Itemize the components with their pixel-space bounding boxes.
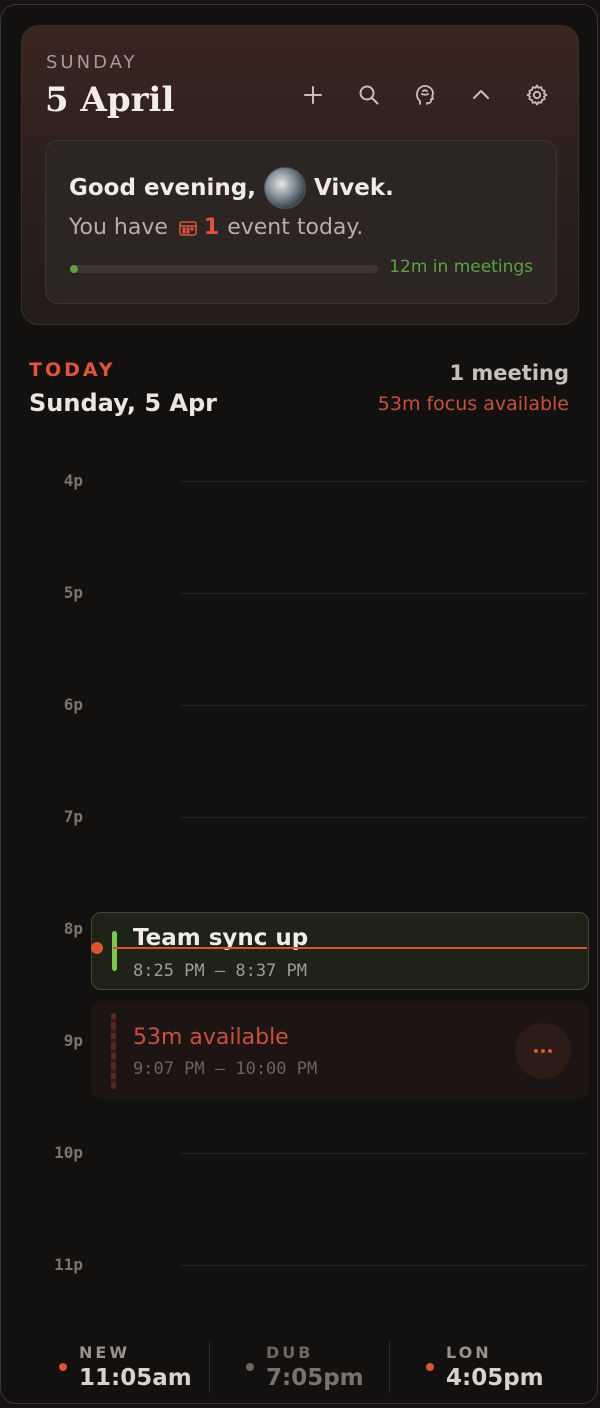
event-time: 8:25 PM – 8:37 PM xyxy=(133,961,307,981)
clock-divider xyxy=(209,1341,210,1393)
hour-label: 7p xyxy=(63,807,83,826)
greeting-line: Good evening, Vivek. xyxy=(69,167,394,209)
hour-label: 10p xyxy=(54,1143,83,1162)
event-count: 1 xyxy=(203,215,220,240)
hour-label: 5p xyxy=(63,583,83,602)
hour-gridline xyxy=(181,593,587,594)
available-slot-title: 53m available xyxy=(133,1025,289,1050)
clock-city: DUB xyxy=(266,1343,314,1362)
settings-button[interactable] xyxy=(516,74,558,116)
brain-icon xyxy=(416,85,434,105)
more-icon xyxy=(534,1049,552,1053)
hour-gridline xyxy=(181,1153,587,1154)
summary-prefix: You have xyxy=(69,215,168,240)
meeting-progress-fill xyxy=(70,265,78,273)
plus-icon xyxy=(304,86,322,104)
hour-label: 9p xyxy=(63,1031,83,1050)
clock-city: LON xyxy=(446,1343,492,1362)
today-date: Sunday, 5 Apr xyxy=(29,389,217,417)
hour-label: 8p xyxy=(63,919,83,938)
collapse-button[interactable] xyxy=(460,74,502,116)
available-slot[interactable]: 53m available 9:07 PM – 10:00 PM xyxy=(91,1001,589,1099)
current-time-line xyxy=(113,947,587,949)
clock-time: 11:05am xyxy=(79,1365,192,1391)
focus-mind-button[interactable] xyxy=(404,74,446,116)
more-options-button[interactable] xyxy=(515,1023,571,1079)
chevron-up-icon xyxy=(473,90,489,99)
world-clocks: NEW 11:05am DUB 7:05pm LON 4:05pm xyxy=(1,1331,597,1401)
today-label: TODAY xyxy=(29,359,116,381)
clock-status-dot xyxy=(246,1363,254,1371)
toolbar xyxy=(292,74,558,116)
clock-status-dot xyxy=(59,1363,67,1371)
hour-gridline xyxy=(181,817,587,818)
available-slot-time: 9:07 PM – 10:00 PM xyxy=(133,1059,318,1079)
greeting-prefix: Good evening, xyxy=(69,175,256,201)
event-color-bar xyxy=(112,931,117,971)
header-card: SUNDAY 5 April Good evening, Vivek. You … xyxy=(21,25,579,325)
add-event-button[interactable] xyxy=(292,74,334,116)
meeting-count: 1 meeting xyxy=(449,361,569,385)
clock-time: 4:05pm xyxy=(446,1365,544,1391)
summary-suffix: event today. xyxy=(227,215,364,240)
event-card[interactable]: Team sync up 8:25 PM – 8:37 PM xyxy=(91,912,589,990)
clock-divider xyxy=(389,1341,390,1393)
clock-city: NEW xyxy=(79,1343,130,1362)
event-summary: You have 1 event today. xyxy=(69,215,363,240)
clock-status-dot xyxy=(426,1363,434,1371)
calendar-icon xyxy=(179,220,197,236)
greeting-card: Good evening, Vivek. You have 1 event to… xyxy=(45,140,557,304)
meeting-progress-label: 12m in meetings xyxy=(389,257,533,277)
header-weekday: SUNDAY xyxy=(46,52,138,73)
search-icon xyxy=(359,85,379,105)
hour-gridline xyxy=(181,1265,587,1266)
meeting-progress-bar xyxy=(70,265,378,273)
hour-label: 6p xyxy=(63,695,83,714)
search-button[interactable] xyxy=(348,74,390,116)
current-time-dot xyxy=(91,942,103,954)
calendar-panel: SUNDAY 5 April Good evening, Vivek. You … xyxy=(0,4,598,1404)
available-slot-bar xyxy=(111,1013,116,1089)
hour-label: 11p xyxy=(54,1255,83,1274)
avatar xyxy=(263,167,306,209)
focus-available: 53m focus available xyxy=(377,393,569,415)
gear-icon xyxy=(526,84,548,106)
greeting-name: Vivek. xyxy=(313,175,394,201)
hour-gridline xyxy=(181,705,587,706)
hour-gridline xyxy=(181,481,587,482)
hour-label: 4p xyxy=(63,471,83,490)
clock-time: 7:05pm xyxy=(266,1365,364,1391)
header-date: 5 April xyxy=(45,80,175,120)
